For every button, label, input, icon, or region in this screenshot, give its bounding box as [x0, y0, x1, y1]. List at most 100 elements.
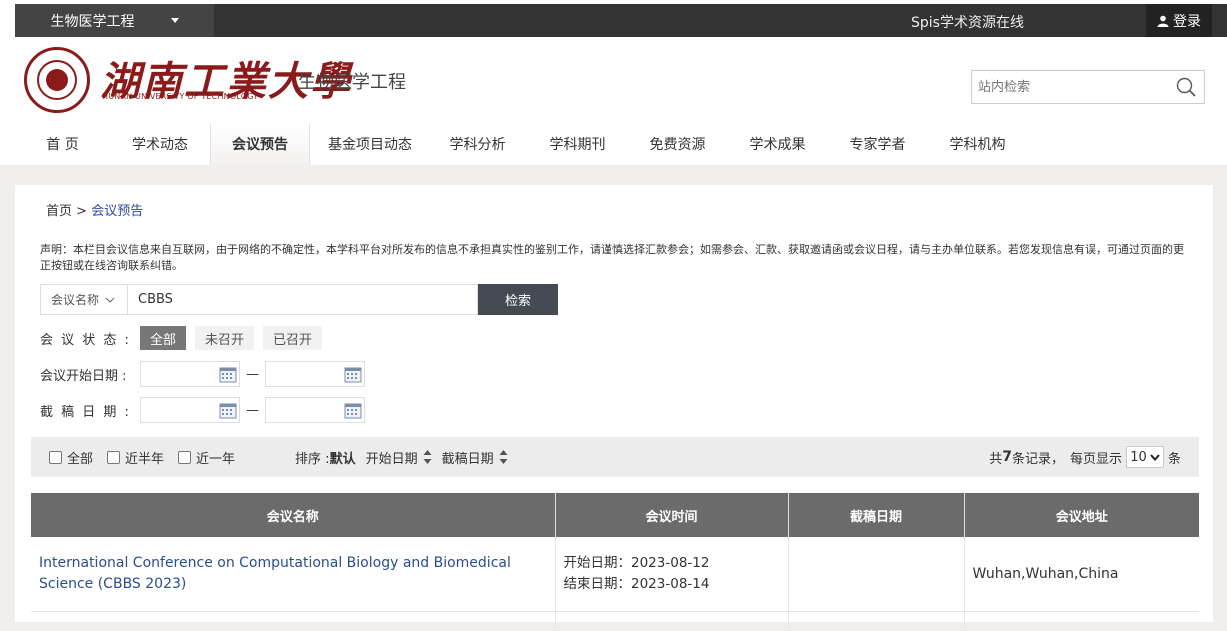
table-row — [31, 611, 1199, 631]
sort-deadline[interactable]: 截稿日期 — [442, 448, 508, 467]
filter-one-year-label: 近一年 — [196, 451, 236, 467]
per-page-select[interactable]: 10 — [1125, 446, 1164, 468]
sort-deadline-label: 截稿日期 — [441, 451, 494, 467]
sort-controls: 排序 : 默认 开始日期 截稿日期 — [295, 448, 518, 467]
checkbox-icon — [49, 450, 62, 464]
conference-link[interactable]: International Conference on Computationa… — [39, 553, 547, 595]
sort-arrows-icon — [499, 450, 508, 464]
login-label: 登录 — [1173, 13, 1201, 30]
pager-info: 共 7 条记录， 每页显示 10 条 — [989, 437, 1181, 477]
sort-label: 排序 : — [295, 451, 330, 467]
filter-bar: 全部 近半年 近一年 排序 : 默认 开始日期 截稿日期 共 7 条记录， 每页显示… — [31, 437, 1199, 477]
nav-item-0[interactable]: 首 页 — [15, 123, 110, 165]
col-header-name: 会议名称 — [31, 493, 556, 537]
nav-item-6[interactable]: 免费资源 — [630, 123, 725, 165]
conference-address-cell: Wuhan,Wuhan,China — [964, 537, 1199, 612]
total-suffix: 条记录， — [1011, 451, 1064, 467]
table-header-row: 会议名称 会议时间 截稿日期 会议地址 — [31, 493, 1199, 537]
calendar-icon[interactable] — [344, 366, 362, 383]
content-card: 首页 > 会议预告 声明：本栏目会议信息来自互联网，由于网络的不确定性，本学科平… — [15, 185, 1213, 631]
filter-half-year-checkbox[interactable]: 近半年 — [107, 448, 164, 467]
conference-end-date: 结束日期：2023-08-14 — [563, 575, 710, 592]
disclaimer-notice: 声明：本栏目会议信息来自互联网，由于网络的不确定性，本学科平台对所发布的信息不承… — [40, 243, 1184, 272]
per-page-prefix: 每页显示 — [1069, 451, 1122, 467]
breadcrumb-current[interactable]: 会议预告 — [91, 204, 143, 219]
deadline-from-input[interactable] — [140, 397, 240, 423]
site-select[interactable]: 生物医学工程 — [15, 4, 214, 37]
nav-item-3[interactable]: 基金项目动态 — [310, 123, 430, 165]
status-upcoming-chip[interactable]: 未召开 — [195, 326, 255, 350]
calendar-icon[interactable] — [219, 402, 237, 419]
conference-start-date: 开始日期：2023-08-12 — [563, 554, 710, 571]
date-range-dash: — — [246, 366, 259, 382]
status-filter: 会 议 状 态 : 全部 未召开 已召开 — [40, 326, 331, 350]
search-field-select[interactable]: 会议名称 — [40, 284, 128, 315]
checkbox-icon — [178, 450, 192, 464]
start-date-label: 会议开始日期 : — [40, 368, 127, 384]
nav-item-9[interactable]: 学科机构 — [925, 123, 1030, 165]
total-count: 7 — [1002, 449, 1012, 465]
start-date-from-input[interactable] — [140, 361, 240, 387]
nav-item-5[interactable]: 学科期刊 — [525, 123, 630, 165]
col-header-address: 会议地址 — [964, 493, 1199, 537]
conference-name-cell — [31, 611, 556, 631]
conference-address-cell — [964, 611, 1199, 631]
site-search — [971, 70, 1205, 104]
deadline-filter: 截 稿 日 期 : — — [40, 397, 365, 423]
login-button[interactable]: 登录 — [1146, 4, 1212, 37]
breadcrumb: 首页 > 会议预告 — [46, 200, 143, 219]
per-page-suffix: 条 — [1167, 451, 1181, 467]
nav-item-2[interactable]: 会议预告 — [210, 123, 310, 165]
conference-table: 会议名称 会议时间 截稿日期 会议地址 International Confer… — [31, 493, 1199, 631]
logo-subtitle: HUNAN UNIVERSITY OF TECHNOLOGY — [102, 92, 259, 101]
conference-name-cell: International Conference on Computationa… — [31, 537, 556, 612]
calendar-icon[interactable] — [344, 402, 362, 419]
start-date-filter: 会议开始日期 : — — [40, 361, 365, 387]
nav-item-1[interactable]: 学术动态 — [110, 123, 210, 165]
nav-item-4[interactable]: 学科分析 — [430, 123, 525, 165]
nav-item-8[interactable]: 专家学者 — [830, 123, 925, 165]
filter-all-checkbox[interactable]: 全部 — [49, 448, 93, 467]
search-input[interactable]: CBBS — [128, 284, 478, 315]
total-prefix: 共 — [989, 451, 1003, 467]
search-button[interactable]: 检索 — [478, 284, 558, 315]
deadline-to-input[interactable] — [265, 397, 365, 423]
chevron-down-icon — [105, 297, 115, 303]
header: 湖南工業大學 HUNAN UNIVERSITY OF TECHNOLOGY 生物… — [0, 37, 1227, 165]
status-all-chip[interactable]: 全部 — [140, 326, 187, 350]
sort-start-date-label: 开始日期 — [365, 451, 418, 467]
user-icon — [1157, 15, 1169, 27]
search-field-label: 会议名称 — [51, 293, 100, 307]
status-label: 会 议 状 态 : — [40, 332, 131, 348]
platform-link[interactable]: Spis学术资源在线 — [911, 12, 1024, 32]
breadcrumb-home[interactable]: 首页 — [46, 204, 72, 219]
col-header-time: 会议时间 — [555, 493, 789, 537]
sort-start-date[interactable]: 开始日期 — [366, 448, 432, 467]
site-name: 生物医学工程 — [298, 72, 406, 93]
chevron-down-icon — [1150, 453, 1160, 461]
conference-time-cell: 开始日期：2023-08-12 结束日期：2023-08-14 — [555, 537, 789, 612]
sort-arrows-icon — [423, 450, 432, 464]
caret-down-icon — [170, 18, 179, 23]
conference-time-cell — [555, 611, 789, 631]
sort-default[interactable]: 默认 — [330, 448, 356, 467]
table-row: International Conference on Computationa… — [31, 537, 1199, 612]
conference-deadline-cell — [788, 611, 965, 631]
col-header-deadline: 截稿日期 — [788, 493, 965, 537]
site-search-input[interactable] — [972, 71, 1162, 103]
breadcrumb-separator: > — [72, 204, 92, 219]
main-nav: 首 页学术动态 会议预告 基金项目动态 学科分析 学科期刊 免费资源 学术成果 专家学者 学科机… — [15, 123, 1030, 165]
start-date-to-input[interactable] — [265, 361, 365, 387]
search-row: 会议名称 CBBS 检索 — [40, 284, 558, 315]
site-select-label: 生物医学工程 — [50, 13, 135, 30]
search-icon[interactable] — [1176, 77, 1196, 97]
date-range-dash: — — [246, 402, 259, 418]
calendar-icon[interactable] — [219, 366, 237, 383]
deadline-label: 截 稿 日 期 : — [40, 404, 131, 420]
nav-item-7[interactable]: 学术成果 — [725, 123, 830, 165]
filter-all-label: 全部 — [67, 451, 94, 467]
status-held-chip[interactable]: 已召开 — [263, 326, 323, 350]
conference-deadline-cell — [788, 537, 965, 612]
checkbox-icon — [107, 450, 121, 464]
filter-one-year-checkbox[interactable]: 近一年 — [178, 448, 235, 467]
